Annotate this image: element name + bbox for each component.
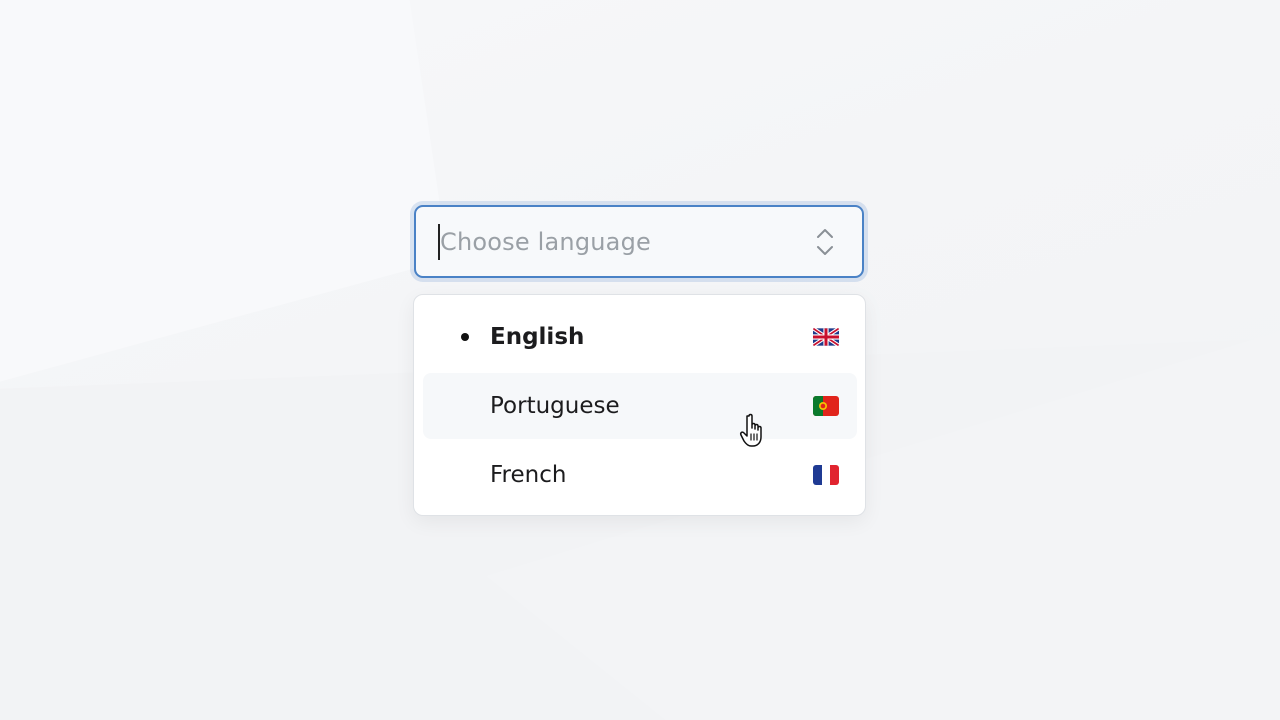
hand-pointer-cursor-icon: [738, 412, 768, 448]
language-select[interactable]: Choose language: [414, 205, 864, 278]
france-flag-icon: [813, 465, 839, 485]
option-portuguese[interactable]: Portuguese: [423, 373, 857, 439]
option-english[interactable]: English: [423, 304, 857, 370]
uk-flag-icon: [813, 327, 839, 347]
option-label: English: [490, 324, 585, 350]
selected-indicator-icon: [461, 333, 469, 341]
option-label: French: [490, 462, 567, 488]
portugal-flag-icon: [813, 396, 839, 416]
language-select-placeholder[interactable]: Choose language: [440, 228, 814, 256]
chevron-up-down-icon[interactable]: [814, 226, 836, 258]
language-dropdown-menu: English Portuguese French: [413, 294, 866, 516]
option-french[interactable]: French: [423, 442, 857, 508]
option-label: Portuguese: [490, 393, 620, 419]
